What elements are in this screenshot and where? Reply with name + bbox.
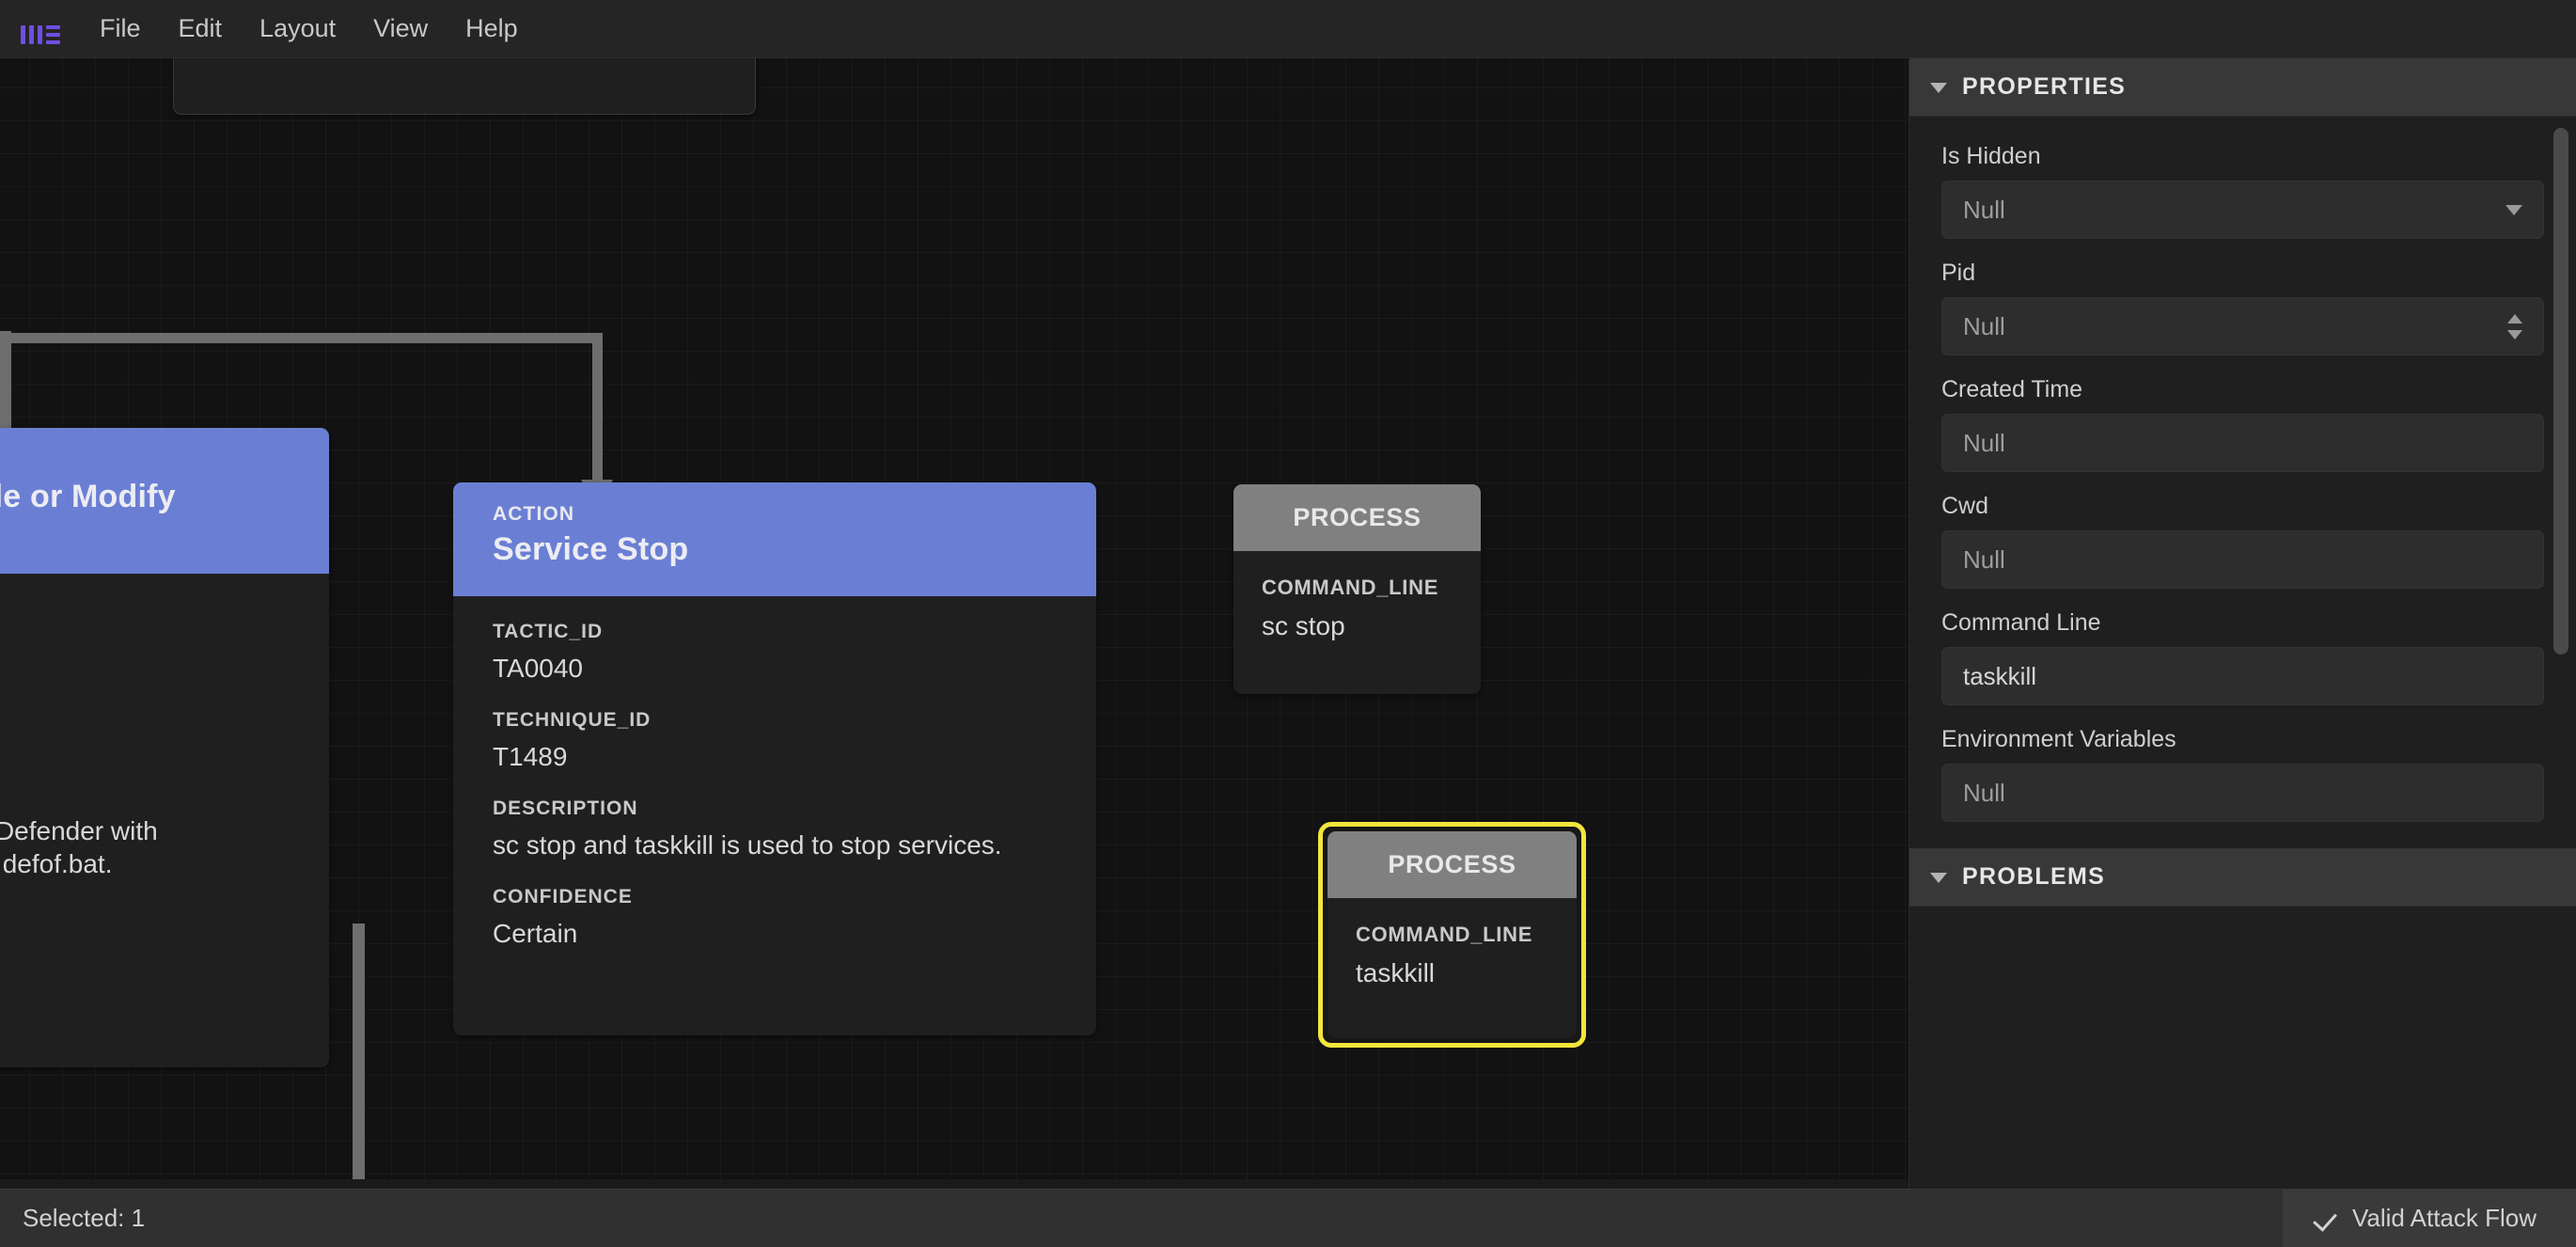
properties-panel: PROPERTIES Is Hidden Null Pid Null — [1908, 58, 2576, 1189]
app-window: File Edit Layout View Help — [0, 0, 2576, 1247]
command-line-field[interactable]: taskkill — [1941, 647, 2544, 705]
canvas-horizontal-scrollbar[interactable] — [0, 1179, 1908, 1189]
property-value: Null — [1963, 312, 2507, 341]
node-field-label: DESCRIPTION — [493, 797, 1057, 820]
property-label: Cwd — [1941, 493, 2544, 520]
property-row-pid: Pid Null — [1941, 260, 2544, 355]
created-time-field[interactable]: Null — [1941, 414, 2544, 472]
node-kind-label: PROCESS — [1262, 503, 1453, 532]
selection-count-label: Selected: 1 — [23, 1204, 145, 1233]
problems-section-header[interactable]: PROBLEMS — [1909, 848, 2576, 907]
property-value: Null — [1963, 429, 2522, 458]
partial-left-desc-line1: indows Defender with — [0, 814, 301, 847]
node-field-description: DESCRIPTION sc stop and taskkill is used… — [493, 797, 1057, 861]
menu-item-file[interactable]: File — [81, 10, 160, 47]
properties-scrollbar[interactable] — [2553, 128, 2568, 837]
node-kind-label: ACTION — [493, 503, 1057, 526]
validity-status-badge[interactable]: Valid Attack Flow — [2283, 1190, 2576, 1247]
property-row-created-time: Created Time Null — [1941, 376, 2544, 472]
property-label: Is Hidden — [1941, 143, 2544, 170]
property-value: Null — [1963, 779, 2522, 808]
node-field-label: COMMAND_LINE — [1356, 923, 1548, 947]
status-bar: Selected: 1 Valid Attack Flow — [0, 1189, 2576, 1247]
property-label: Pid — [1941, 260, 2544, 287]
stepper-arrows-icon[interactable] — [2507, 314, 2522, 339]
canvas-node-disable-or-modify[interactable]: Disable or Modify indows Defender with d… — [0, 428, 329, 1067]
chevron-down-icon[interactable] — [1930, 873, 1947, 883]
chevron-down-icon[interactable] — [2505, 205, 2522, 215]
node-field-tactic-id: TACTIC_ID TA0040 — [493, 621, 1057, 685]
validity-status-label: Valid Attack Flow — [2352, 1204, 2537, 1233]
flow-bars-logo-icon[interactable] — [21, 16, 60, 44]
node-field-label: COMMAND_LINE — [1262, 576, 1453, 600]
menu-item-edit[interactable]: Edit — [160, 10, 242, 47]
property-row-is-hidden: Is Hidden Null — [1941, 143, 2544, 239]
problems-list — [1909, 907, 2576, 1189]
property-label: Command Line — [1941, 609, 2544, 637]
check-icon — [2315, 1207, 2339, 1231]
properties-section-title: PROPERTIES — [1962, 73, 2126, 101]
menu-item-help[interactable]: Help — [447, 10, 537, 47]
chevron-up-icon[interactable] — [2507, 314, 2522, 324]
node-field-label: TECHNIQUE_ID — [493, 709, 1057, 732]
canvas-node-process-sc-stop[interactable]: PROCESS COMMAND_LINE sc stop — [1233, 484, 1481, 694]
workspace: remote access Disable or Modify indows D… — [0, 58, 2576, 1189]
node-kind-label: PROCESS — [1356, 850, 1548, 879]
node-body: COMMAND_LINE sc stop — [1233, 551, 1481, 670]
properties-list[interactable]: Is Hidden Null Pid Null — [1909, 117, 2576, 848]
menu-item-layout[interactable]: Layout — [241, 10, 354, 47]
node-field-value: sc stop — [1262, 611, 1453, 641]
property-label: Created Time — [1941, 376, 2544, 403]
cwd-field[interactable]: Null — [1941, 530, 2544, 589]
menu-item-view[interactable]: View — [354, 10, 447, 47]
properties-scroll-thumb[interactable] — [2553, 128, 2568, 655]
node-header: ACTION Service Stop — [453, 482, 1096, 596]
node-field-value: T1489 — [493, 740, 1057, 773]
property-value: Null — [1963, 545, 2522, 575]
partial-left-desc-line2: d.bat or defof.bat. — [0, 847, 301, 880]
node-field-value: Certain — [493, 917, 1057, 950]
environment-variables-field[interactable]: Null — [1941, 764, 2544, 822]
node-field-technique-id: TECHNIQUE_ID T1489 — [493, 709, 1057, 773]
canvas-node-service-stop[interactable]: ACTION Service Stop TACTIC_ID TA0040 TEC… — [453, 482, 1096, 1035]
menu-bar: File Edit Layout View Help — [0, 0, 2576, 58]
property-value: taskkill — [1963, 662, 2522, 691]
properties-section-header[interactable]: PROPERTIES — [1909, 58, 2576, 117]
node-body: indows Defender with d.bat or defof.bat. — [0, 574, 329, 1067]
node-header: PROCESS — [1233, 484, 1481, 551]
flow-canvas[interactable]: remote access Disable or Modify indows D… — [0, 58, 1908, 1189]
node-title: Service Stop — [493, 531, 1057, 568]
canvas-node-process-taskkill[interactable]: PROCESS COMMAND_LINE taskkill — [1327, 831, 1577, 1038]
node-header: Disable or Modify — [0, 428, 329, 574]
canvas-node-process-taskkill-selection[interactable]: PROCESS COMMAND_LINE taskkill — [1318, 822, 1586, 1048]
pid-stepper[interactable]: Null — [1941, 297, 2544, 355]
canvas-node-partial-top[interactable]: remote access — [173, 58, 756, 115]
node-body: TACTIC_ID TA0040 TECHNIQUE_ID T1489 DESC… — [453, 596, 1096, 982]
node-field-value: TA0040 — [493, 652, 1057, 685]
node-field-confidence: CONFIDENCE Certain — [493, 886, 1057, 950]
node-field-label: TACTIC_ID — [493, 621, 1057, 643]
chevron-down-icon[interactable] — [2507, 330, 2522, 339]
property-value: Null — [1963, 196, 2505, 225]
node-body: COMMAND_LINE taskkill — [1327, 898, 1577, 1017]
is-hidden-dropdown[interactable]: Null — [1941, 181, 2544, 239]
node-field-label: CONFIDENCE — [493, 886, 1057, 908]
node-title: Disable or Modify — [0, 479, 176, 515]
property-row-environment-variables: Environment Variables Null — [1941, 726, 2544, 822]
property-row-cwd: Cwd Null — [1941, 493, 2544, 589]
node-header: PROCESS — [1327, 831, 1577, 898]
node-field-value: taskkill — [1356, 958, 1548, 988]
property-row-command-line: Command Line taskkill — [1941, 609, 2544, 705]
node-field-value: sc stop and taskkill is used to stop ser… — [493, 829, 1057, 861]
chevron-down-icon[interactable] — [1930, 83, 1947, 93]
problems-section-title: PROBLEMS — [1962, 863, 2105, 891]
property-label: Environment Variables — [1941, 726, 2544, 753]
